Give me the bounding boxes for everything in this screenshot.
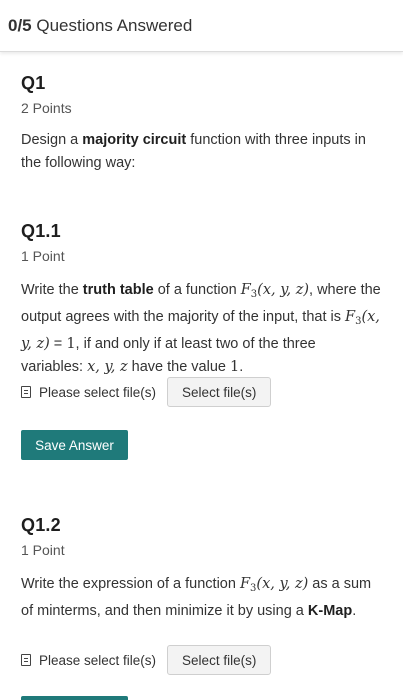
question-title: Q1.1 bbox=[21, 221, 61, 241]
bold-term: truth table bbox=[82, 282, 154, 298]
question-title: Q1 bbox=[21, 73, 46, 93]
select-files-button[interactable]: Select file(s) bbox=[167, 645, 272, 675]
answered-count: 0/5 bbox=[8, 16, 32, 35]
assignment-content[interactable]: Q1 2 Points Design a majority circuit fu… bbox=[0, 53, 403, 700]
math-vars: x, y, z bbox=[87, 359, 128, 375]
save-answer-button[interactable]: Save Answer bbox=[21, 430, 128, 460]
upload-label: Please select file(s) bbox=[39, 384, 157, 400]
question-q1-1: Q1.1 1 Point Write the truth table of a … bbox=[21, 221, 381, 379]
bold-term: K-Map bbox=[307, 603, 353, 619]
upload-row-q1-1: Please select file(s) Select file(s) bbox=[21, 376, 272, 408]
question-q1-2: Q1.2 1 Point Write the expression of a f… bbox=[21, 515, 381, 623]
question-points: 1 Point bbox=[21, 248, 65, 264]
question-text: Write the expression of a function F3(x,… bbox=[21, 576, 372, 619]
question-points: 2 Points bbox=[21, 100, 72, 116]
question-text: Write the truth table of a function F3(x… bbox=[21, 282, 381, 375]
math-one: 1 bbox=[66, 336, 76, 352]
upload-label: Please select file(s) bbox=[39, 652, 157, 668]
select-files-button[interactable]: Select file(s) bbox=[167, 377, 272, 407]
upload-row-q1-2: Please select file(s) Select file(s) bbox=[21, 644, 272, 676]
file-icon bbox=[21, 654, 31, 666]
save-answer-button-partial[interactable] bbox=[21, 696, 128, 700]
question-title: Q1.2 bbox=[21, 515, 61, 535]
math-one: 1 bbox=[230, 359, 240, 375]
progress-header: 0/5 Questions Answered bbox=[0, 0, 403, 52]
file-icon bbox=[21, 386, 31, 398]
math-function: F3(x, y, z) bbox=[240, 282, 310, 300]
question-q1: Q1 2 Points Design a majority circuit fu… bbox=[21, 73, 381, 175]
bold-term: majority circuit bbox=[82, 132, 187, 148]
question-text: Design a majority circuit function with … bbox=[21, 132, 366, 171]
question-points: 1 Point bbox=[21, 542, 65, 558]
math-function: F3(x, y, z) bbox=[239, 576, 309, 594]
answered-label: Questions Answered bbox=[36, 16, 193, 35]
